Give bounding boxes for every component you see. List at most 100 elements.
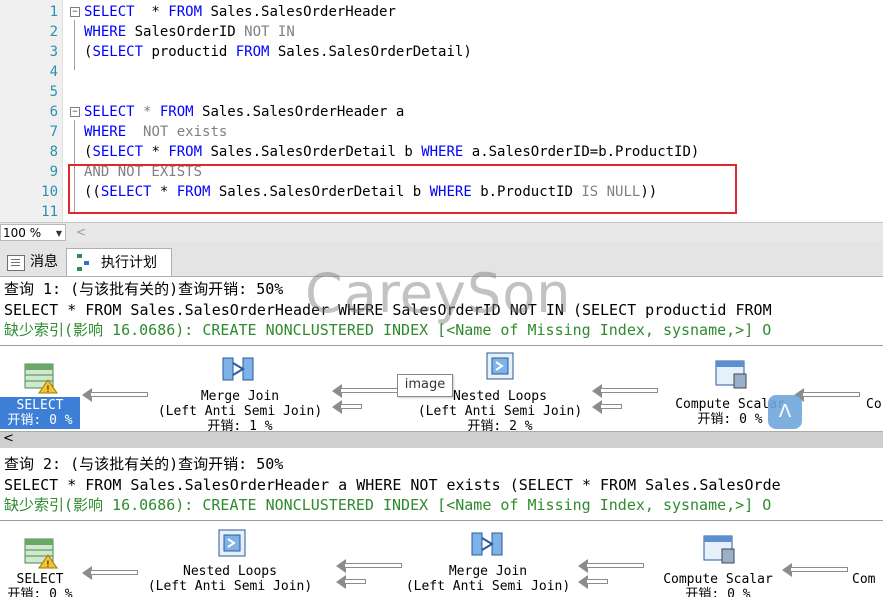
code-text: (SELECT productid FROM Sales.SalesOrderD… bbox=[84, 42, 472, 62]
svg-text:!: ! bbox=[45, 385, 50, 394]
sql-token: a.SalesOrderID=b.ProductID) bbox=[463, 144, 700, 160]
query-2-missing-index[interactable]: 缺少索引(影响 16.0686): CREATE NONCLUSTERED IN… bbox=[4, 495, 771, 515]
svg-text:!: ! bbox=[45, 560, 50, 569]
floating-widget-button[interactable]: ⴷ bbox=[768, 395, 802, 429]
sql-keyword: FROM bbox=[235, 44, 270, 60]
collapse-icon[interactable]: − bbox=[70, 7, 80, 17]
nested-loops-icon[interactable] bbox=[216, 527, 248, 563]
op-cost: 开销: 0 % bbox=[7, 587, 73, 597]
code-line[interactable]: 3 (SELECT productid FROM Sales.SalesOrder… bbox=[0, 42, 883, 62]
collapse-icon[interactable]: − bbox=[70, 107, 80, 117]
sql-keyword: WHERE bbox=[421, 144, 464, 160]
sql-token: Sales.SalesOrderHeader bbox=[202, 4, 396, 20]
zoom-value: 100 % bbox=[3, 226, 42, 240]
tab-plan-label: 执行计划 bbox=[101, 255, 157, 271]
flow-arrow bbox=[592, 400, 622, 414]
sql-keyword: SELECT bbox=[84, 4, 135, 20]
nested-loops-icon[interactable] bbox=[484, 350, 516, 386]
chevron-down-icon: ▼ bbox=[55, 229, 62, 238]
op-name: SELECT bbox=[16, 398, 64, 413]
op-cost: 开销: 0 % bbox=[7, 413, 73, 428]
line-number: 11 bbox=[41, 204, 58, 220]
flow-arrow bbox=[336, 575, 366, 589]
op-name: Co bbox=[866, 397, 882, 412]
sql-token: Sales.SalesOrderDetail) bbox=[269, 44, 472, 60]
compute-scalar-op[interactable]: Compute Scalar 开销: 0 % bbox=[648, 572, 788, 597]
sql-token: * bbox=[134, 4, 169, 20]
line-number: 5 bbox=[49, 84, 58, 100]
op-name: Nested Loops bbox=[183, 564, 277, 579]
op-cost: 开销: 0 % bbox=[685, 587, 751, 597]
next-op-partial[interactable]: Com bbox=[852, 572, 883, 587]
tab-messages[interactable]: 消息 bbox=[2, 248, 64, 276]
sql-keyword: WHERE bbox=[84, 124, 127, 140]
op-name: Com bbox=[852, 572, 876, 587]
zoom-dropdown[interactable]: 100 % ▼ bbox=[0, 224, 66, 241]
select-op-icon[interactable]: ! bbox=[24, 362, 58, 398]
op-name: SELECT bbox=[16, 572, 64, 587]
line-number: 3 bbox=[49, 44, 58, 60]
op-subtitle: (Left Anti Semi Join) bbox=[417, 404, 583, 419]
merge-join-icon[interactable] bbox=[470, 529, 504, 563]
sql-keyword: WHERE bbox=[84, 24, 127, 40]
select-op[interactable]: SELECT 开销: 0 % bbox=[0, 572, 80, 597]
op-name: Merge Join bbox=[448, 564, 528, 579]
code-text: (SELECT * FROM Sales.SalesOrderDetail b … bbox=[84, 142, 699, 162]
code-line[interactable]: 4 bbox=[0, 62, 883, 82]
messages-icon bbox=[7, 255, 25, 271]
flow-arrow bbox=[794, 388, 860, 402]
merge-join-op[interactable]: Merge Join (Left Anti Semi Join) bbox=[388, 564, 588, 594]
op-subtitle: (Left Anti Semi Join) bbox=[147, 579, 313, 594]
sql-editor[interactable]: 1− SELECT * FROM Sales.SalesOrderHeader 2 W… bbox=[0, 0, 883, 222]
code-text: SELECT * FROM Sales.SalesOrderHeader bbox=[84, 2, 396, 22]
op-name: Merge Join bbox=[200, 389, 280, 404]
flow-arrow bbox=[592, 384, 658, 398]
sql-token: * bbox=[143, 144, 169, 160]
nested-loops-op[interactable]: Nested Loops (Left Anti Semi Join) bbox=[130, 564, 330, 594]
query-2-header: 查询 2: (与该批有关的)查询开销: 50% SELECT * FROM Sa… bbox=[0, 452, 883, 520]
code-line[interactable]: 7 WHERE NOT exists bbox=[0, 122, 883, 142]
sql-keyword: SELECT bbox=[84, 104, 135, 120]
sql-token: Sales.SalesOrderDetail b bbox=[202, 144, 422, 160]
compute-scalar-icon[interactable] bbox=[702, 533, 736, 569]
plan-horizontal-scrollbar[interactable]: < bbox=[0, 431, 883, 448]
op-name: Compute Scalar bbox=[663, 572, 773, 587]
code-text: WHERE NOT exists bbox=[84, 122, 227, 142]
tab-execution-plan[interactable]: 执行计划 bbox=[66, 248, 172, 276]
code-line[interactable]: 1 − SELECT * FROM Sales.SalesOrderHeader bbox=[0, 2, 883, 22]
sql-token: productid bbox=[143, 44, 236, 60]
select-op[interactable]: SELECT 开销: 0 % bbox=[0, 397, 80, 429]
sql-token: SalesOrderID bbox=[126, 24, 245, 40]
sql-keyword: SELECT bbox=[92, 44, 144, 60]
scroll-left-icon[interactable]: < bbox=[3, 431, 14, 446]
select-op-icon[interactable]: ! bbox=[24, 537, 58, 573]
query-2-plan: ! SELECT 开销: 0 % Nested Loops (Left Anti… bbox=[0, 520, 883, 597]
sql-token: * bbox=[134, 104, 160, 120]
query-2-title: 查询 2: (与该批有关的)查询开销: 50% bbox=[4, 455, 284, 473]
sql-keyword: FROM bbox=[159, 104, 194, 120]
code-line[interactable]: 8 (SELECT * FROM Sales.SalesOrderDetail b… bbox=[0, 142, 883, 162]
op-subtitle: (Left Anti Semi Join) bbox=[157, 404, 323, 419]
flow-arrow bbox=[332, 384, 398, 398]
code-text: SELECT * FROM Sales.SalesOrderHeader a bbox=[84, 102, 404, 122]
compute-scalar-icon[interactable] bbox=[714, 358, 748, 394]
execution-plan-icon bbox=[77, 254, 91, 272]
tab-messages-label: 消息 bbox=[30, 254, 58, 270]
sql-keyword: FROM bbox=[168, 144, 203, 160]
flow-arrow bbox=[578, 559, 644, 573]
scroll-left-icon[interactable]: < bbox=[76, 225, 86, 239]
sql-token: Sales.SalesOrderHeader a bbox=[193, 104, 405, 120]
editor-status-bar: 100 % ▼ < bbox=[0, 222, 883, 243]
merge-join-icon[interactable] bbox=[221, 354, 255, 388]
sql-keyword: FROM bbox=[168, 4, 203, 20]
line-number: 8 bbox=[49, 144, 58, 160]
code-line[interactable]: 6 − SELECT * FROM Sales.SalesOrderHeader a bbox=[0, 102, 883, 122]
code-line[interactable]: 5 bbox=[0, 82, 883, 102]
flow-arrow bbox=[782, 563, 848, 577]
sql-keyword: SELECT bbox=[92, 144, 144, 160]
merge-join-op[interactable]: Merge Join (Left Anti Semi Join) 开销: 1 % bbox=[140, 389, 340, 432]
flow-arrow bbox=[578, 575, 608, 589]
code-line[interactable]: 2 WHERE SalesOrderID NOT IN bbox=[0, 22, 883, 42]
sql-token: NOT exists bbox=[143, 124, 228, 140]
next-op-partial[interactable]: Co bbox=[866, 397, 883, 412]
